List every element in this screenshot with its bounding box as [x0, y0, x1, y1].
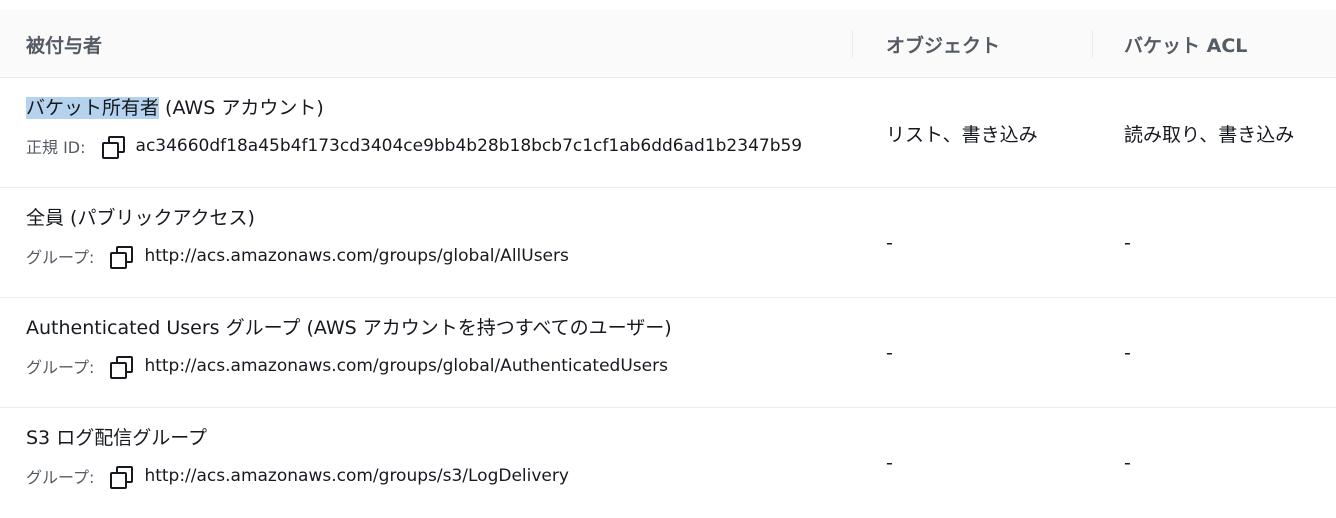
- bucket-acl-permission: -: [1124, 342, 1131, 364]
- bucket-acl-permission: -: [1124, 232, 1131, 254]
- column-header-bucket-acl: バケット ACL: [1124, 34, 1248, 57]
- objects-permission: -: [886, 342, 893, 364]
- table-header: 被付与者 オブジェクト バケット ACL: [0, 10, 1336, 78]
- grantee-name-highlighted: バケット所有者: [26, 97, 160, 119]
- objects-permission: -: [886, 232, 893, 254]
- grantee-name: 全員 (パブリックアクセス): [26, 207, 255, 229]
- group-uri-value: http://acs.amazonaws.com/groups/s3/LogDe…: [144, 466, 569, 486]
- bucket-acl-permission: 読み取り、書き込み: [1124, 123, 1295, 146]
- grantee-name: Authenticated Users グループ (AWS アカウントを持つすべ…: [26, 317, 672, 339]
- column-divider: [852, 30, 853, 58]
- table-row: 全員 (パブリックアクセス) グループ: http://acs.amazonaw…: [0, 188, 1336, 298]
- copy-icon[interactable]: [101, 136, 125, 159]
- column-header-objects: オブジェクト: [886, 34, 1001, 57]
- group-label: グループ:: [26, 468, 95, 487]
- column-divider: [1092, 30, 1093, 58]
- grantee-id-line: 正規 ID: ac34660df18a45b4f173cd3404ce9bb4b…: [26, 134, 803, 159]
- group-uri-value: http://acs.amazonaws.com/groups/global/A…: [144, 246, 569, 266]
- group-label: グループ:: [26, 358, 95, 377]
- objects-permission: -: [886, 452, 893, 474]
- table-row: バケット所有者 (AWS アカウント) 正規 ID: ac34660df18a4…: [0, 78, 1336, 188]
- copy-icon[interactable]: [110, 246, 134, 269]
- group-label: グループ:: [26, 248, 95, 267]
- objects-permission: リスト、書き込み: [886, 123, 1038, 146]
- group-uri-value: http://acs.amazonaws.com/groups/global/A…: [144, 356, 668, 376]
- grantee-table: 被付与者 オブジェクト バケット ACL バケット所有者 (AWS アカウント)…: [0, 0, 1336, 508]
- group-uri-line: グループ: http://acs.amazonaws.com/groups/gl…: [26, 354, 668, 379]
- bucket-acl-permission: -: [1124, 452, 1131, 474]
- column-header-grantee: 被付与者: [26, 34, 103, 57]
- copy-icon[interactable]: [110, 466, 134, 489]
- table-row: S3 ログ配信グループ グループ: http://acs.amazonaws.c…: [0, 408, 1336, 518]
- group-uri-line: グループ: http://acs.amazonaws.com/groups/s3…: [26, 464, 569, 489]
- table-row: Authenticated Users グループ (AWS アカウントを持つすべ…: [0, 298, 1336, 408]
- grantee-name-rest: (AWS アカウント): [159, 97, 324, 119]
- group-uri-line: グループ: http://acs.amazonaws.com/groups/gl…: [26, 244, 569, 269]
- canonical-id-label: 正規 ID:: [26, 138, 86, 157]
- grantee-name: バケット所有者 (AWS アカウント): [26, 93, 324, 120]
- copy-icon[interactable]: [110, 356, 134, 379]
- canonical-id-value: ac34660df18a45b4f173cd3404ce9bb4b28b18bc…: [135, 136, 803, 156]
- grantee-name: S3 ログ配信グループ: [26, 427, 208, 449]
